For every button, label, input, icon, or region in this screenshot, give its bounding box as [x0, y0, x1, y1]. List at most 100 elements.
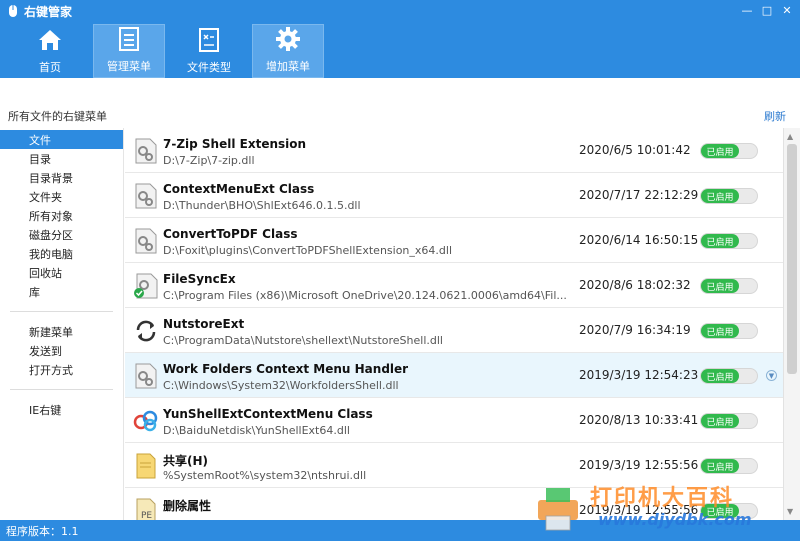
- svg-text:PE: PE: [141, 511, 152, 520]
- sidebar-item-directory[interactable]: 目录: [0, 149, 123, 168]
- sidebar-divider: [10, 389, 113, 390]
- watermark: 打印机大百科 www.djydbk.com: [528, 478, 790, 538]
- entry-path: %SystemRoot%\system32\ntshrui.dll: [163, 469, 367, 482]
- enable-toggle[interactable]: 已启用: [700, 278, 758, 294]
- entry-name: FileSyncEx: [163, 272, 236, 286]
- gear-icon: [275, 26, 301, 52]
- toggle-status-label: 已启用: [701, 144, 739, 158]
- expand-chevron-icon[interactable]: ▼: [766, 370, 777, 381]
- sidebar-item-my-computer[interactable]: 我的电脑: [0, 244, 123, 263]
- app-mouse-icon: [6, 4, 20, 18]
- entry-date: 2019/3/19 12:55:56: [579, 458, 699, 472]
- home-icon: [37, 27, 63, 53]
- entry-date: 2020/8/13 10:33:41: [579, 413, 699, 427]
- toggle-status-label: 已启用: [701, 324, 739, 338]
- printer-logo-icon: [532, 482, 584, 534]
- gears-icon: [133, 183, 159, 209]
- close-button[interactable]: ✕: [778, 2, 796, 18]
- sidebar-item-recycle-bin[interactable]: 回收站: [0, 263, 123, 282]
- scroll-thumb[interactable]: [787, 144, 797, 374]
- entry-date: 2020/8/6 18:02:32: [579, 278, 691, 292]
- entry-path: D:\BaiduNetdisk\YunShellExt64.dll: [163, 424, 350, 437]
- entry-name: 删除属性: [163, 499, 212, 513]
- nav-manage-menu[interactable]: 管理菜单: [93, 24, 165, 78]
- sidebar-item-ie-context[interactable]: IE右键: [0, 400, 123, 419]
- entry-name: NutstoreExt: [163, 317, 245, 331]
- refresh-link[interactable]: 刷新: [764, 108, 786, 124]
- nav-file-type[interactable]: 文件类型: [173, 24, 245, 78]
- folder-share-icon: [133, 453, 159, 479]
- enable-toggle[interactable]: 已启用: [700, 143, 758, 159]
- entry-name: ConvertToPDF Class: [163, 227, 298, 241]
- toggle-status-label: 已启用: [701, 234, 739, 248]
- entry-path: C:\Program Files (x86)\Microsoft OneDriv…: [163, 289, 567, 302]
- entry-date: 2020/7/9 16:34:19: [579, 323, 691, 337]
- entry-date: 2020/6/5 10:01:42: [579, 143, 691, 157]
- entry-date: 2019/3/19 12:54:23: [579, 368, 699, 382]
- enable-toggle[interactable]: 已启用: [700, 188, 758, 204]
- sidebar-item-folder[interactable]: 文件夹: [0, 187, 123, 206]
- gears-icon: [133, 228, 159, 254]
- sidebar-item-directory-background[interactable]: 目录背景: [0, 168, 123, 187]
- enable-toggle[interactable]: 已启用: [700, 368, 758, 384]
- minimize-button[interactable]: —: [738, 2, 756, 18]
- maximize-button[interactable]: □: [758, 2, 776, 18]
- top-nav: 首页 管理菜单 文件类型 增加菜单: [0, 22, 800, 78]
- sidebar-divider: [10, 311, 113, 312]
- entry-date: 2020/7/17 22:12:29: [579, 188, 699, 202]
- list-item[interactable]: Work Folders Context Menu Handler C:\Win…: [125, 353, 783, 398]
- watermark-url: www.djydbk.com: [598, 510, 752, 529]
- toggle-status-label: 已启用: [701, 414, 739, 428]
- version-label: 程序版本：1.1: [6, 524, 79, 538]
- entry-name: ContextMenuExt Class: [163, 182, 315, 196]
- entry-name: 7-Zip Shell Extension: [163, 137, 307, 151]
- entry-name: Work Folders Context Menu Handler: [163, 362, 409, 376]
- nav-home[interactable]: 首页: [14, 24, 86, 78]
- entry-name: YunShellExtContextMenu Class: [163, 407, 373, 421]
- watermark-text: 打印机大百科: [590, 486, 735, 511]
- list-item[interactable]: YunShellExtContextMenu Class D:\BaiduNet…: [125, 398, 783, 443]
- enable-toggle[interactable]: 已启用: [700, 458, 758, 474]
- nav-home-label: 首页: [39, 61, 61, 74]
- list-item[interactable]: 7-Zip Shell Extension D:\7-Zip\7-zip.dll…: [125, 128, 783, 173]
- list-item[interactable]: ConvertToPDF Class D:\Foxit\plugins\Conv…: [125, 218, 783, 263]
- entry-path: C:\ProgramData\Nutstore\shellext\Nutstor…: [163, 334, 443, 347]
- sync-arrows-icon: [133, 318, 159, 344]
- section-header: 所有文件的右键菜单 刷新: [0, 78, 800, 126]
- list-item[interactable]: FileSyncEx C:\Program Files (x86)\Micros…: [125, 263, 783, 308]
- document-icon: PE: [133, 498, 159, 520]
- sidebar-item-library[interactable]: 库: [0, 282, 123, 301]
- sidebar-item-all-objects[interactable]: 所有对象: [0, 206, 123, 225]
- entry-path: C:\Windows\System32\WorkfoldersShell.dll: [163, 379, 399, 392]
- enable-toggle[interactable]: 已启用: [700, 233, 758, 249]
- window-title: 右键管家: [24, 4, 73, 19]
- enable-toggle[interactable]: 已启用: [700, 413, 758, 429]
- sidebar-item-open-with[interactable]: 打开方式: [0, 360, 123, 379]
- toggle-status-label: 已启用: [701, 459, 739, 473]
- sidebar-item-send-to[interactable]: 发送到: [0, 341, 123, 360]
- list-item[interactable]: ContextMenuExt Class D:\Thunder\BHO\ShlE…: [125, 173, 783, 218]
- nav-file-type-label: 文件类型: [187, 61, 231, 74]
- nav-add-menu[interactable]: 增加菜单: [252, 24, 324, 78]
- toggle-status-label: 已启用: [701, 189, 739, 203]
- cloud-icon: [133, 408, 159, 434]
- vertical-scrollbar[interactable]: ▲ ▼: [783, 128, 800, 520]
- entry-path: D:\Foxit\plugins\ConvertToPDFShellExtens…: [163, 244, 452, 257]
- nav-manage-menu-label: 管理菜单: [107, 60, 151, 73]
- entry-path: D:\7-Zip\7-zip.dll: [163, 154, 255, 167]
- toggle-status-label: 已启用: [701, 279, 739, 293]
- entry-name: 共享(H): [163, 454, 209, 468]
- sidebar-item-file[interactable]: 文件: [0, 130, 123, 149]
- scroll-up-icon[interactable]: ▲: [787, 132, 793, 141]
- entry-date: 2020/6/14 16:50:15: [579, 233, 699, 247]
- title-bar: 右键管家 — □ ✕: [0, 0, 800, 22]
- list-item[interactable]: NutstoreExt C:\ProgramData\Nutstore\shel…: [125, 308, 783, 353]
- enable-toggle[interactable]: 已启用: [700, 323, 758, 339]
- file-type-icon: [196, 27, 222, 53]
- gears-icon: [133, 138, 159, 164]
- sidebar-item-disk-partition[interactable]: 磁盘分区: [0, 225, 123, 244]
- menu-entry-list: 7-Zip Shell Extension D:\7-Zip\7-zip.dll…: [125, 128, 783, 520]
- sidebar: 文件 目录 目录背景 文件夹 所有对象 磁盘分区 我的电脑 回收站 库 新建菜单…: [0, 128, 124, 520]
- nav-add-menu-label: 增加菜单: [266, 60, 310, 73]
- sidebar-item-new-menu[interactable]: 新建菜单: [0, 322, 123, 341]
